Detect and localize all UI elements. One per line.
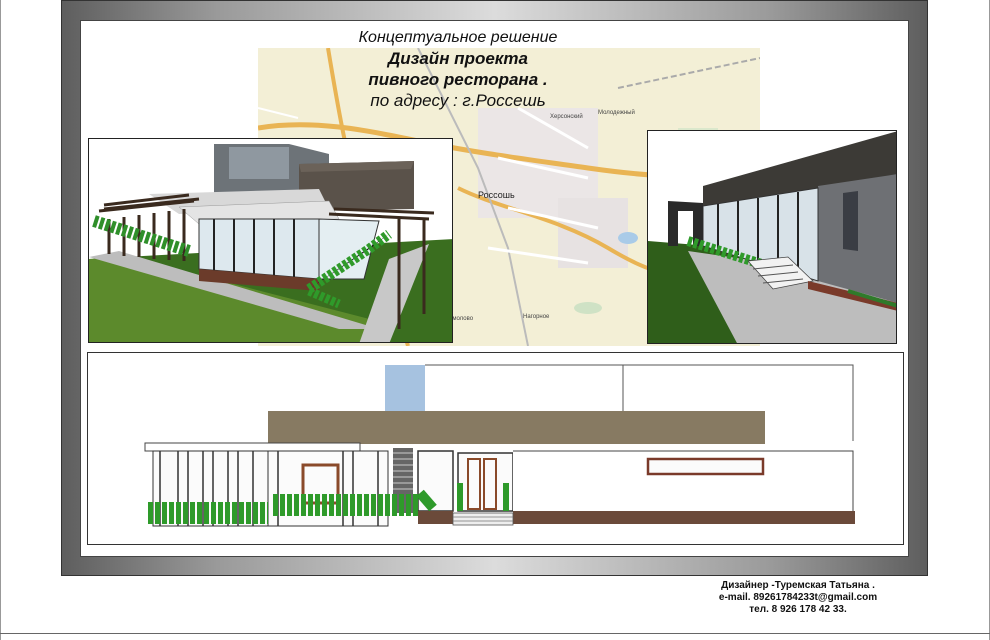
- title-line-restaurant: пивного ресторана .: [368, 70, 548, 89]
- page-edge-left: [0, 0, 1, 640]
- title-line-design: Дизайн проекта: [388, 49, 528, 68]
- bottom-divider: [0, 633, 990, 634]
- perspective-render-left: [88, 138, 453, 343]
- map-label-khersonsky: Херсонский: [550, 113, 583, 120]
- title-line-concept: Концептуальное решение: [358, 29, 558, 46]
- map-city-label: Россошь: [478, 190, 515, 200]
- credits-phone: тел. 8 926 178 42 33.: [749, 604, 847, 615]
- perspective-render-right: [647, 130, 897, 344]
- map-label-nagornoe: Нагорное: [523, 314, 550, 320]
- credits-designer: Дизайнер -Туремская Татьяна .: [721, 580, 875, 591]
- credits-email: e-mail. 89261784233t@gmail.com: [718, 592, 878, 603]
- title-block: Концептуальное решение Дизайн проекта пи…: [258, 28, 658, 111]
- front-elevation-frame: [87, 352, 904, 545]
- title-line-address: по адресу : г.Россешь: [370, 91, 546, 110]
- designer-credits: Дизайнер -Туремская Татьяна . e-mail. 89…: [688, 580, 908, 616]
